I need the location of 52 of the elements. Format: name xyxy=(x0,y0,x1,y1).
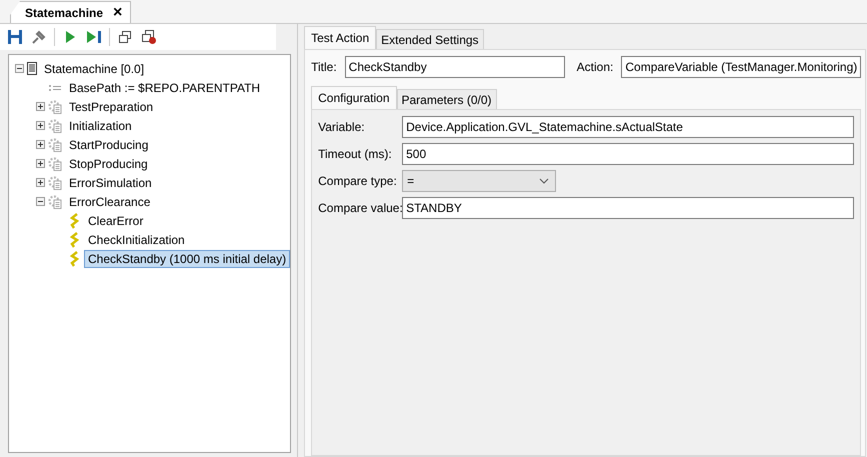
input-field[interactable]: Device.Application.GVL_Statemachine.sActualState xyxy=(402,116,854,138)
input-field[interactable]: 500 xyxy=(402,143,854,165)
tab[interactable]: Test Action xyxy=(304,26,376,49)
dropdown[interactable]: = xyxy=(402,170,556,192)
expand-icon[interactable] xyxy=(36,178,45,187)
gear-list-icon xyxy=(48,138,62,152)
tree-item[interactable]: Initialization xyxy=(65,116,136,134)
tree-item[interactable]: ClearError xyxy=(84,212,148,230)
tree-item[interactable]: TestPreparation xyxy=(65,98,158,116)
tree-item[interactable]: StartProducing xyxy=(65,136,152,154)
lightning-icon xyxy=(69,250,81,266)
step-icon[interactable] xyxy=(85,28,103,46)
expand-icon[interactable] xyxy=(36,140,45,149)
gear-list-icon xyxy=(48,176,62,190)
lightning-icon xyxy=(69,212,81,228)
expand-icon[interactable] xyxy=(36,121,45,130)
action-field[interactable]: CompareVariable (TestManager.Monitoring) xyxy=(621,56,862,78)
document-tab[interactable]: Statemachine × xyxy=(10,1,132,23)
document-icon xyxy=(27,62,37,75)
field-label: Variable: xyxy=(318,120,366,134)
collapse-icon[interactable] xyxy=(15,64,24,73)
windows-icon[interactable] xyxy=(116,28,134,46)
gear-list-icon xyxy=(48,100,62,114)
tree-item[interactable]: StopProducing xyxy=(65,154,152,172)
tree-item[interactable]: ErrorClearance xyxy=(65,192,154,210)
windows-stop-icon[interactable] xyxy=(140,28,158,46)
assign-icon xyxy=(48,82,62,92)
field-label: Compare type: xyxy=(318,174,398,188)
input-field[interactable]: STANDBY xyxy=(402,197,854,219)
tree-item[interactable]: BasePath := $REPO.PARENTPATH xyxy=(65,78,264,96)
tab-title: Statemachine xyxy=(25,6,104,20)
tab[interactable]: Configuration xyxy=(311,86,396,109)
tree-item[interactable]: CheckInitialization xyxy=(84,230,189,248)
field-label: Title: xyxy=(311,60,337,74)
tab[interactable]: Extended Settings xyxy=(376,29,484,49)
field-label: Compare value: xyxy=(318,201,402,215)
gear-list-icon xyxy=(48,156,62,170)
field-label: Timeout (ms): xyxy=(318,147,393,161)
expand-icon[interactable] xyxy=(36,159,45,168)
tree-item[interactable]: Statemachine [0.0] xyxy=(40,60,148,78)
tree-item[interactable]: CheckStandby (1000 ms initial delay) xyxy=(84,250,290,268)
collapse-icon[interactable] xyxy=(36,197,45,206)
close-button[interactable]: × xyxy=(113,4,122,22)
tab[interactable]: Parameters (0/0) xyxy=(396,89,497,109)
chevron-icon xyxy=(539,178,550,184)
gear-list-icon xyxy=(48,118,62,132)
tree-item[interactable]: ErrorSimulation xyxy=(65,174,156,192)
gear-list-icon xyxy=(48,194,62,208)
lightning-icon xyxy=(69,232,81,248)
expand-icon[interactable] xyxy=(36,102,45,111)
field-label: Action: xyxy=(576,60,614,74)
title-field[interactable]: CheckStandby xyxy=(344,56,565,78)
